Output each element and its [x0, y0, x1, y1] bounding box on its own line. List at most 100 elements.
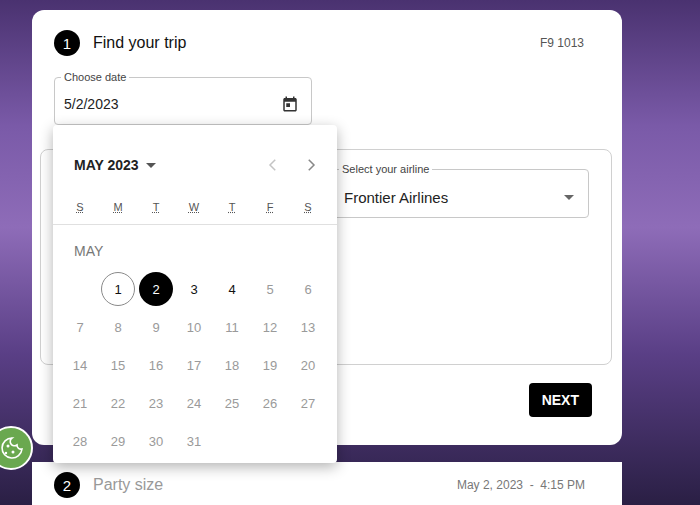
date-value[interactable]: 5/2/2023 [64, 96, 281, 112]
day-button[interactable]: 3 [177, 272, 211, 306]
day-button: 20 [291, 348, 325, 382]
weekday-label: T [229, 201, 236, 213]
weekday-label: M [113, 201, 122, 213]
day-cell[interactable]: 1 [99, 270, 137, 308]
day-cell: 24 [175, 384, 213, 422]
weekday-row: SMTWTFS [53, 195, 337, 225]
month-label[interactable]: MAY 2023 [74, 157, 139, 173]
weekday-label: W [189, 201, 199, 213]
weekday-label: T [153, 201, 160, 213]
chevron-left-icon[interactable] [264, 156, 282, 174]
day-button: 24 [177, 386, 211, 420]
dropdown-arrow-icon[interactable] [564, 195, 574, 200]
day-button: 31 [177, 424, 211, 458]
flight-number: F9 1013 [540, 36, 584, 50]
day-button[interactable]: 2 [139, 272, 173, 306]
day-button: 7 [63, 310, 97, 344]
day-number[interactable]: 3 [190, 282, 197, 297]
day-number: 11 [225, 320, 239, 335]
day-cell: 30 [137, 422, 175, 460]
day-cell: 12 [251, 308, 289, 346]
step2-bar[interactable]: 2Party sizeMay 2, 2023 - 4:15 PM [32, 462, 622, 505]
blank-cell [61, 270, 99, 308]
day-cell: 13 [289, 308, 327, 346]
day-button: 25 [215, 386, 249, 420]
day-number: 7 [76, 320, 83, 335]
month-section-label: MAY [74, 241, 337, 261]
chevron-right-icon[interactable] [302, 156, 320, 174]
day-cell: 28 [61, 422, 99, 460]
date-field[interactable]: Choose date5/2/2023 [54, 77, 312, 125]
day-number: 14 [73, 358, 87, 373]
month-nav [264, 156, 320, 174]
month-switcher[interactable]: MAY 2023 [74, 157, 156, 173]
day-cell: 18 [213, 346, 251, 384]
day-button[interactable]: 1 [101, 272, 135, 306]
day-cell: 23 [137, 384, 175, 422]
step-title: Find your trip [93, 34, 186, 52]
day-cell: 14 [61, 346, 99, 384]
day-grid: 1234567891011121314151617181920212223242… [53, 270, 337, 460]
cookie-icon[interactable] [0, 425, 34, 471]
day-number: 29 [111, 434, 125, 449]
day-number[interactable]: 4 [228, 282, 235, 297]
dropdown-arrow-icon[interactable] [146, 163, 156, 168]
day-number: 26 [263, 396, 277, 411]
weekday-label: F [267, 201, 274, 213]
weekday-label: S [76, 201, 83, 213]
day-button: 13 [291, 310, 325, 344]
day-button: 23 [139, 386, 173, 420]
day-button: 5 [253, 272, 287, 306]
day-cell: 25 [213, 384, 251, 422]
airline-select[interactable]: Select your airlineFrontier Airlines [332, 169, 589, 218]
calendar-icon[interactable] [281, 95, 299, 113]
day-number[interactable]: 1 [114, 282, 121, 297]
weekday: T [137, 195, 175, 219]
day-number: 24 [187, 396, 201, 411]
airline-value[interactable]: Frontier Airlines [344, 189, 564, 206]
day-number[interactable]: 2 [152, 282, 159, 297]
day-number: 17 [187, 358, 201, 373]
weekday-label: S [304, 201, 311, 213]
day-button: 15 [101, 348, 135, 382]
day-number: 25 [225, 396, 239, 411]
day-button: 22 [101, 386, 135, 420]
weekday: W [175, 195, 213, 219]
day-cell: 15 [99, 346, 137, 384]
day-number: 8 [114, 320, 121, 335]
step-number: 1 [54, 30, 80, 56]
day-cell[interactable]: 2 [137, 270, 175, 308]
day-number: 12 [263, 320, 277, 335]
day-button: 9 [139, 310, 173, 344]
step-summary: May 2, 2023 - 4:15 PM [457, 472, 585, 492]
day-button: 21 [63, 386, 97, 420]
day-button[interactable]: 4 [215, 272, 249, 306]
weekday: M [99, 195, 137, 219]
day-number: 6 [304, 282, 311, 297]
step-header: 1 Find your trip F9 1013 [54, 30, 600, 56]
day-number: 9 [152, 320, 159, 335]
day-number: 10 [187, 320, 201, 335]
day-cell: 31 [175, 422, 213, 460]
day-cell: 22 [99, 384, 137, 422]
day-button: 26 [253, 386, 287, 420]
day-button: 12 [253, 310, 287, 344]
day-number: 28 [73, 434, 87, 449]
day-cell: 7 [61, 308, 99, 346]
day-cell: 6 [289, 270, 327, 308]
day-button: 14 [63, 348, 97, 382]
day-number: 16 [149, 358, 163, 373]
weekday: T [213, 195, 251, 219]
day-cell: 16 [137, 346, 175, 384]
day-button: 10 [177, 310, 211, 344]
weekday: S [61, 195, 99, 219]
day-cell[interactable]: 4 [213, 270, 251, 308]
day-button: 18 [215, 348, 249, 382]
day-number: 18 [225, 358, 239, 373]
next-button[interactable]: NEXT [529, 383, 592, 417]
weekday: F [251, 195, 289, 219]
day-cell[interactable]: 3 [175, 270, 213, 308]
day-number: 23 [149, 396, 163, 411]
weekday: S [289, 195, 327, 219]
day-number: 20 [301, 358, 315, 373]
